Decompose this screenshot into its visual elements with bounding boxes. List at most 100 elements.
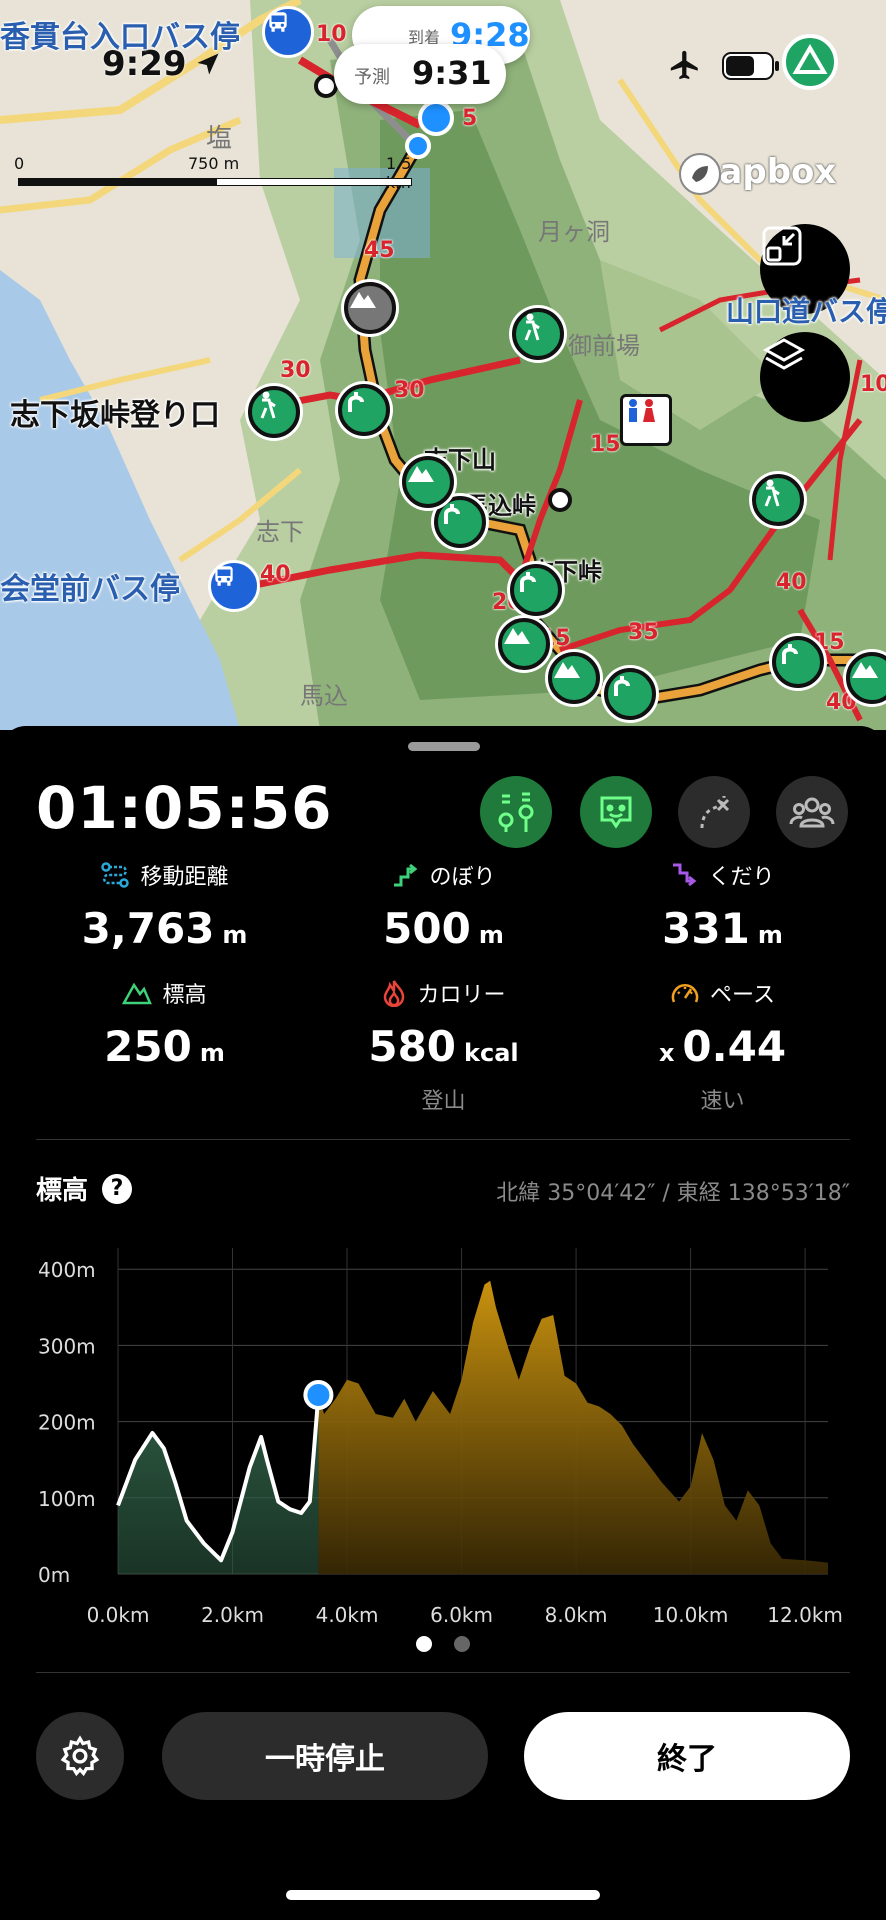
y-tick-label: 0m: [38, 1563, 70, 1587]
elevation-chart[interactable]: 0m 100m 200m 300m 400m 0.0km 2.0km 4.0km 6.0km 8.…: [0, 1230, 886, 1670]
distance-unit: m: [222, 921, 248, 949]
restroom-icon[interactable]: [620, 394, 672, 446]
area-tsukigahora-label: 月ヶ洞: [538, 218, 610, 246]
layers-icon: [762, 338, 806, 370]
y-tick-label: 300m: [38, 1334, 96, 1358]
area-mimae-label: 御前場: [568, 332, 640, 360]
page-indicator[interactable]: [454, 1636, 470, 1652]
descent-value: 331: [662, 904, 750, 953]
elevation-unit: m: [199, 1039, 225, 1067]
pace-prefix: x: [658, 1039, 675, 1067]
scale-end: 1.5 km: [386, 154, 412, 192]
descent-unit: m: [757, 921, 783, 949]
x-tick-label: 2.0km: [201, 1603, 264, 1627]
map-view[interactable]: 到着 9:28 予測 9:31 9:29 0 750 m 1.5 km mapb…: [0, 0, 886, 730]
y-tick-label: 400m: [38, 1258, 96, 1282]
elapsed-time: 01:05:56: [36, 774, 333, 842]
stat-descent: くだり 331 m: [575, 860, 870, 953]
x-tick-label: 12.0km: [767, 1603, 843, 1627]
route-time: 30: [394, 378, 425, 403]
peak-icon[interactable]: [402, 456, 454, 508]
pace-value: 0.44: [682, 1022, 787, 1071]
descent-icon: [673, 863, 697, 887]
x-tick-label: 10.0km: [653, 1603, 729, 1627]
area-shio-label: 塩: [206, 124, 233, 154]
ascent-unit: m: [478, 921, 504, 949]
distance-label: 移動距離: [140, 865, 229, 890]
bus-stop-top-label: 香貫台入口バス停: [0, 20, 240, 55]
collapse-icon: [762, 226, 802, 266]
x-tick-label: 4.0km: [316, 1603, 379, 1627]
area-magome-label: 馬込: [300, 682, 348, 710]
forecast-time: 9:31: [412, 54, 492, 92]
scale-mid: 750 m: [188, 154, 240, 173]
speedometer-icon: [671, 984, 699, 1003]
off-route-icon: [700, 795, 730, 829]
mapbox-attribution[interactable]: mapbox: [678, 152, 836, 195]
pace-label: ペース: [710, 983, 775, 1008]
junction-icon[interactable]: [604, 668, 656, 720]
peak-icon[interactable]: [344, 282, 396, 334]
trailhead-hiker-icon[interactable]: [248, 386, 300, 438]
scale-start: 0: [14, 154, 25, 173]
stat-elevation: 標高 250 m: [17, 978, 312, 1071]
calories-unit: kcal: [464, 1039, 519, 1067]
bus-stop-icon[interactable]: [262, 6, 314, 58]
elevation-icon: [122, 982, 153, 1005]
junction-icon[interactable]: [510, 564, 562, 616]
chat-button[interactable]: [580, 776, 652, 848]
y-tick-label: 200m: [38, 1411, 96, 1435]
elevation-value: 250: [104, 1022, 192, 1071]
page-indicator-active[interactable]: [416, 1636, 432, 1652]
pace-rating: 速い: [700, 1089, 745, 1114]
route-time: 35: [628, 620, 659, 645]
x-tick-label: 6.0km: [430, 1603, 493, 1627]
calories-activity: 登山: [421, 1089, 466, 1114]
route-time: 40: [260, 562, 291, 587]
x-tick-label: 8.0km: [545, 1603, 608, 1627]
junction-icon[interactable]: [772, 636, 824, 688]
pause-label: 一時停止: [265, 1742, 385, 1777]
forecast-label: 予測: [354, 67, 390, 88]
group-button[interactable]: [776, 776, 848, 848]
finish-label: 終了: [657, 1742, 717, 1777]
coordinates: 北緯 35°04′42″ / 東経 138°53′18″: [496, 1181, 850, 1206]
route-time: 30: [280, 358, 311, 383]
ascent-icon: [394, 863, 418, 887]
junction-icon[interactable]: [338, 384, 390, 436]
flame-icon: [384, 980, 405, 1007]
peak-icon[interactable]: [548, 652, 600, 704]
stat-pace: ペース x 0.44 速い: [575, 978, 870, 1115]
route-plan-button[interactable]: [480, 776, 552, 848]
area-shimo-label: 志下: [256, 518, 304, 546]
layers-button[interactable]: [760, 332, 850, 422]
descent-label: くだり: [708, 865, 775, 890]
trailhead-hiker-icon[interactable]: [512, 308, 564, 360]
route-time: 15: [590, 432, 621, 457]
gear-icon: [60, 1735, 100, 1777]
peak-icon[interactable]: [498, 618, 550, 670]
pause-button[interactable]: 一時停止: [162, 1712, 488, 1800]
route-time: 45: [364, 238, 395, 263]
trailhead-hiker-icon[interactable]: [752, 474, 804, 526]
route-time: 40: [776, 570, 807, 595]
forecast-card: 予測 9:31: [334, 44, 506, 104]
stat-distance: 移動距離 3,763 m: [17, 860, 312, 953]
bus-stop-left-label: 会堂前バス停: [0, 572, 180, 607]
ascent-label: のぼり: [429, 865, 496, 890]
ascent-value: 500: [383, 904, 471, 953]
route-pins-icon: [498, 792, 534, 832]
x-tick-label: 0.0km: [87, 1603, 150, 1627]
sheet-drag-handle[interactable]: [408, 742, 480, 751]
divider: [36, 1672, 850, 1673]
distance-value: 3,763: [81, 904, 215, 953]
bus-stop-icon[interactable]: [208, 560, 260, 612]
stat-calories: カロリー 580 kcal 登山: [296, 978, 591, 1115]
off-route-button[interactable]: [678, 776, 750, 848]
trailhead-label: 志下坂峠登り口: [10, 398, 220, 433]
settings-button[interactable]: [36, 1712, 124, 1800]
map-canvas[interactable]: [0, 0, 886, 730]
help-icon[interactable]: ?: [102, 1173, 133, 1204]
chat-icon: [600, 796, 632, 829]
finish-button[interactable]: 終了: [524, 1712, 850, 1800]
